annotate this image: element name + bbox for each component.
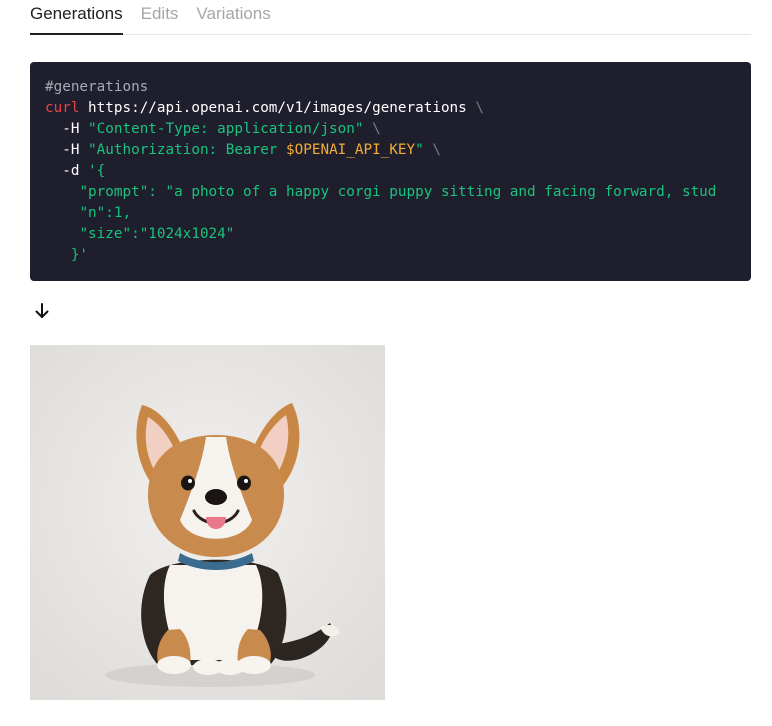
corgi-puppy-photo bbox=[30, 345, 385, 700]
data-open: '{ bbox=[88, 163, 106, 179]
header-flag: -H bbox=[62, 142, 80, 158]
data-flag: -d bbox=[62, 163, 80, 179]
line-continuation: \ bbox=[475, 100, 484, 116]
prompt-line: "prompt": "a photo of a happy corgi pupp… bbox=[79, 184, 717, 200]
code-url: https://api.openai.com/v1/images/generat… bbox=[88, 100, 467, 116]
tab-bar: Generations Edits Variations bbox=[30, 0, 751, 35]
header-flag: -H bbox=[62, 121, 80, 137]
line-continuation: \ bbox=[432, 142, 441, 158]
size-line: "size":"1024x1024" bbox=[79, 226, 235, 242]
api-key-variable: $OPENAI_API_KEY bbox=[286, 142, 416, 158]
auth-prefix: "Authorization: Bearer bbox=[88, 142, 287, 158]
n-line: "n":1, bbox=[79, 205, 132, 221]
generated-image bbox=[30, 345, 385, 700]
tab-generations[interactable]: Generations bbox=[30, 0, 123, 35]
code-text: #generations curl https://api.openai.com… bbox=[45, 77, 751, 266]
code-block: #generations curl https://api.openai.com… bbox=[30, 62, 751, 281]
tab-edits[interactable]: Edits bbox=[141, 0, 179, 33]
arrow-down-icon bbox=[35, 303, 49, 318]
content-type-header: "Content-Type: application/json" bbox=[88, 121, 364, 137]
tab-variations[interactable]: Variations bbox=[196, 0, 270, 33]
line-continuation: \ bbox=[372, 121, 381, 137]
code-command: curl bbox=[45, 100, 80, 116]
auth-suffix: " bbox=[415, 142, 424, 158]
code-comment: #generations bbox=[45, 79, 149, 95]
data-close: }' bbox=[70, 247, 89, 263]
